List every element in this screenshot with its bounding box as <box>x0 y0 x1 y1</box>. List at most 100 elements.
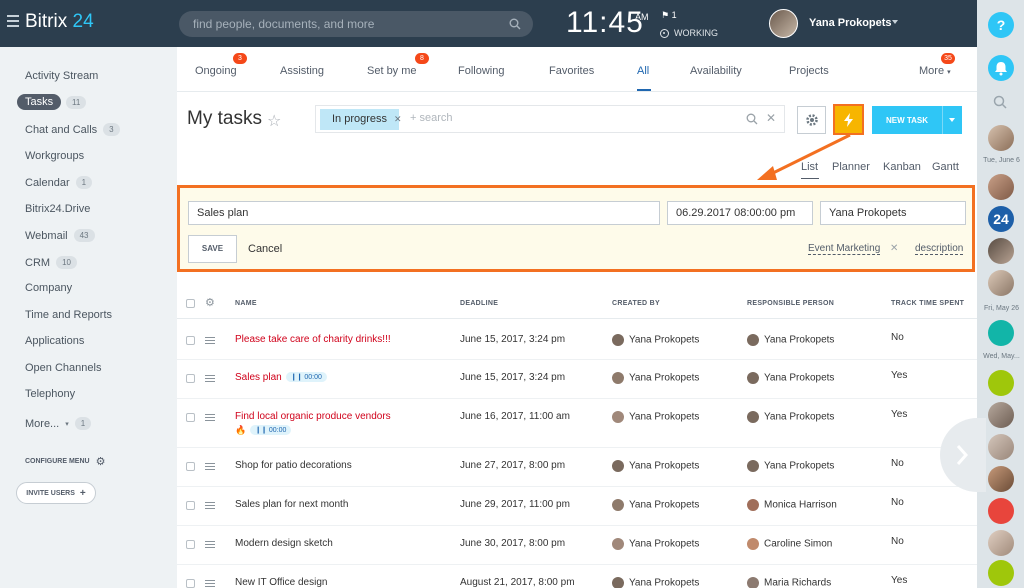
task-name[interactable]: New IT Office design <box>235 577 327 588</box>
row-checkbox[interactable] <box>186 540 195 549</box>
responsible-cell[interactable]: Yana Prokopets <box>747 460 834 472</box>
select-all-checkbox[interactable] <box>186 299 195 308</box>
row-menu-icon[interactable] <box>205 502 215 511</box>
row-menu-icon[interactable] <box>205 463 215 472</box>
responsible-cell[interactable]: Yana Prokopets <box>747 334 834 346</box>
row-checkbox[interactable] <box>186 462 195 471</box>
responsible-cell[interactable]: Yana Prokopets <box>747 372 834 384</box>
menu-icon[interactable] <box>7 15 19 27</box>
tag-link[interactable]: Event Marketing <box>808 243 881 255</box>
table-row[interactable]: Please take care of charity drinks!!! Ju… <box>177 322 977 360</box>
sidebar-item-webmail[interactable]: Webmail 43 <box>25 229 95 242</box>
search-icon[interactable] <box>509 18 521 30</box>
flag-count[interactable]: ⚑ 1 <box>661 10 677 21</box>
task-name[interactable]: Find local organic produce vendors <box>235 411 391 422</box>
sidebar-item-more[interactable]: More... ▾ 1 <box>25 417 92 430</box>
open-channel-icon[interactable] <box>988 320 1014 346</box>
quick-task-responsible-input[interactable]: Yana Prokopets <box>820 201 966 225</box>
responsible-cell[interactable]: Caroline Simon <box>747 538 832 550</box>
task-name[interactable]: Shop for patio decorations <box>235 460 352 471</box>
sidebar-item-applications[interactable]: Applications <box>25 335 84 347</box>
task-name[interactable]: Please take care of charity drinks!!! <box>235 334 391 345</box>
megaphone-icon[interactable] <box>988 498 1014 524</box>
contact-avatar[interactable] <box>988 270 1014 296</box>
save-button[interactable]: SAVE <box>188 235 237 263</box>
configure-menu-button[interactable]: CONFIGURE MENU ⚙ <box>25 455 105 468</box>
task-name[interactable]: Sales plan <box>235 372 282 383</box>
created-by-cell[interactable]: Yana Prokopets <box>612 460 699 472</box>
clock[interactable]: 11:45 <box>566 6 644 40</box>
column-header-track-time[interactable]: TRACK TIME SPENT <box>891 300 964 307</box>
created-by-cell[interactable]: Yana Prokopets <box>612 372 699 384</box>
created-by-cell[interactable]: Yana Prokopets <box>612 577 699 588</box>
contact-avatar[interactable] <box>988 434 1014 460</box>
responsible-cell[interactable]: Monica Harrison <box>747 499 837 511</box>
responsible-cell[interactable]: Maria Richards <box>747 577 831 588</box>
logo[interactable]: Bitrix 24 <box>25 11 94 33</box>
bitrix24-chat-avatar[interactable]: 24 <box>988 206 1014 232</box>
sidebar-item-chat-and-calls[interactable]: Chat and Calls 3 <box>25 123 120 136</box>
row-menu-icon[interactable] <box>205 541 215 550</box>
quick-task-deadline-input[interactable]: 06.29.2017 08:00:00 pm <box>667 201 813 225</box>
row-checkbox[interactable] <box>186 579 195 588</box>
column-header-deadline[interactable]: DEADLINE <box>460 300 498 307</box>
sidebar-item-time-and-reports[interactable]: Time and Reports <box>25 309 112 321</box>
column-header-responsible[interactable]: RESPONSIBLE PERSON <box>747 300 834 307</box>
invite-users-button[interactable]: INVITE USERS + <box>16 482 96 504</box>
sidebar-item-open-channels[interactable]: Open Channels <box>25 362 101 374</box>
contact-avatar[interactable] <box>988 466 1014 492</box>
row-checkbox[interactable] <box>186 336 195 345</box>
column-header-name[interactable]: NAME <box>235 300 257 307</box>
user-avatar[interactable] <box>769 9 798 38</box>
quick-task-title-input[interactable]: Sales plan <box>188 201 660 225</box>
task-timer[interactable]: ❙❙ 00:00 <box>250 425 292 436</box>
sidebar-item-company[interactable]: Company <box>25 282 72 294</box>
help-button[interactable]: ? <box>988 12 1014 38</box>
task-name[interactable]: Sales plan for next month <box>235 499 348 510</box>
collapse-panel-handle[interactable] <box>940 418 986 492</box>
row-checkbox[interactable] <box>186 413 195 422</box>
sidebar-item-activity-stream[interactable]: Activity Stream <box>25 70 98 82</box>
table-row[interactable]: Shop for patio decorations June 27, 2017… <box>177 448 977 487</box>
contact-avatar[interactable] <box>988 238 1014 264</box>
sidebar-item-crm[interactable]: CRM 10 <box>25 256 77 269</box>
sidebar-item-calendar[interactable]: Calendar 1 <box>25 176 93 189</box>
gear-icon[interactable]: ⚙ <box>205 296 215 309</box>
user-menu-caret-icon[interactable] <box>892 20 898 24</box>
sidebar-item-tasks[interactable]: Tasks <box>17 94 62 110</box>
table-row[interactable]: Modern design sketch June 30, 2017, 8:00… <box>177 526 977 565</box>
row-menu-icon[interactable] <box>205 580 215 588</box>
global-search-input[interactable] <box>193 11 493 37</box>
created-by-cell[interactable]: Yana Prokopets <box>612 411 699 423</box>
contact-avatar[interactable] <box>988 174 1014 200</box>
table-row[interactable]: Find local organic produce vendors 🔥 ❙❙ 0… <box>177 399 977 448</box>
sidebar-item-drive[interactable]: Bitrix24.Drive <box>25 203 90 215</box>
remove-tag-icon[interactable]: ✕ <box>890 243 898 254</box>
task-timer[interactable]: ❙❙ 00:00 <box>285 372 327 383</box>
task-name[interactable]: Modern design sketch <box>235 538 333 549</box>
row-checkbox[interactable] <box>186 374 195 383</box>
contact-avatar[interactable] <box>988 125 1014 151</box>
description-link[interactable]: description <box>915 243 964 255</box>
contact-avatar[interactable] <box>988 530 1014 556</box>
row-menu-icon[interactable] <box>205 414 215 423</box>
column-header-created-by[interactable]: CREATED BY <box>612 300 660 307</box>
row-checkbox[interactable] <box>186 501 195 510</box>
table-row[interactable]: New IT Office design August 21, 2017, 8:… <box>177 565 977 588</box>
row-menu-icon[interactable] <box>205 337 215 346</box>
phone-icon[interactable] <box>988 560 1014 586</box>
megaphone-icon[interactable] <box>988 370 1014 396</box>
work-status[interactable]: WORKING <box>660 28 718 38</box>
row-menu-icon[interactable] <box>205 375 215 384</box>
user-name[interactable]: Yana Prokopets <box>809 17 892 29</box>
table-row[interactable]: Sales plan ❙❙ 00:00 June 15, 2017, 3:24 p… <box>177 360 977 399</box>
rightbar-search-icon[interactable] <box>993 95 1007 109</box>
table-row[interactable]: Sales plan for next month June 29, 2017,… <box>177 487 977 526</box>
notifications-bell-icon[interactable] <box>988 55 1014 81</box>
sidebar-item-workgroups[interactable]: Workgroups <box>25 150 84 162</box>
created-by-cell[interactable]: Yana Prokopets <box>612 499 699 511</box>
responsible-cell[interactable]: Yana Prokopets <box>747 411 834 423</box>
created-by-cell[interactable]: Yana Prokopets <box>612 538 699 550</box>
cancel-button[interactable]: Cancel <box>248 243 282 255</box>
contact-avatar[interactable] <box>988 402 1014 428</box>
